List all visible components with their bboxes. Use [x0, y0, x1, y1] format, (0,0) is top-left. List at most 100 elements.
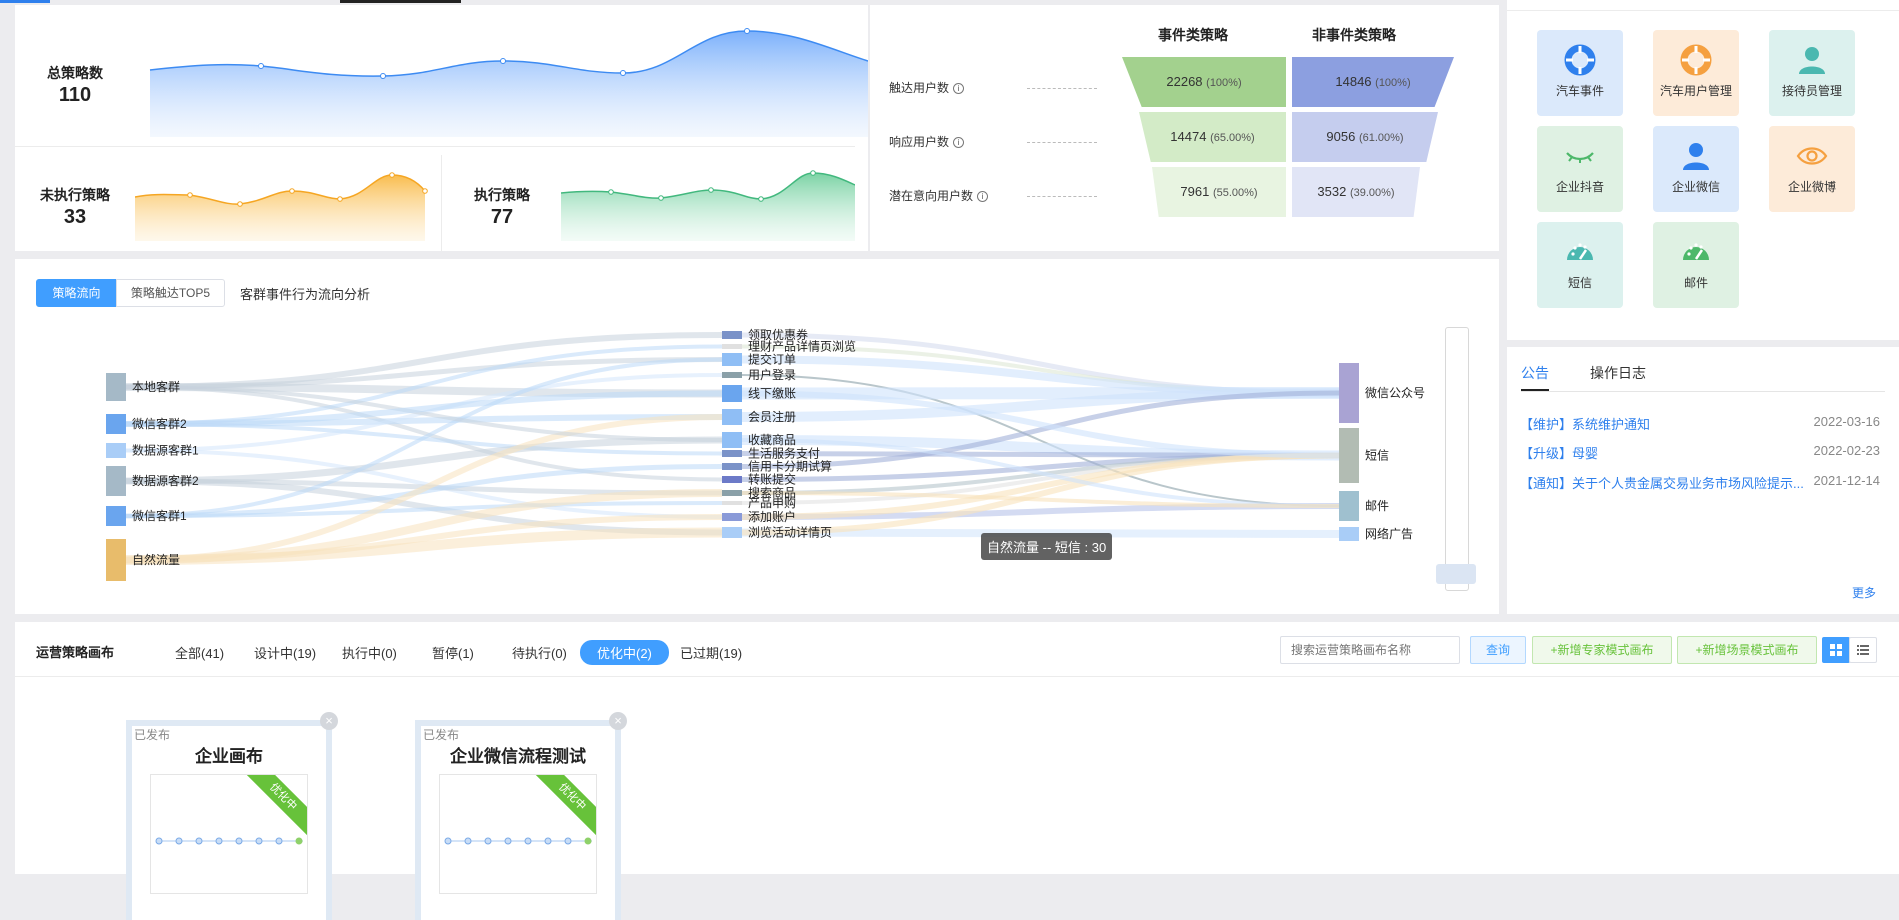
- channel-tile[interactable]: 汽车用户管理: [1653, 30, 1739, 116]
- sankey-target-node[interactable]: [1339, 491, 1359, 521]
- channel-tile[interactable]: 企业微信: [1653, 126, 1739, 212]
- query-button[interactable]: 查询: [1470, 636, 1526, 664]
- sankey-event-node[interactable]: [722, 331, 742, 339]
- funnel-segment[interactable]: 3532 (39.00%): [1292, 167, 1420, 217]
- sankey-source-node[interactable]: [106, 506, 126, 526]
- sankey-target-node[interactable]: [1339, 428, 1359, 483]
- total-strategy-value: 110: [58, 84, 92, 106]
- filter-optimizing[interactable]: 优化中(2): [580, 640, 669, 665]
- more-link[interactable]: 更多: [1852, 584, 1876, 601]
- top-tab-indicator: [0, 0, 50, 3]
- sankey-event-node[interactable]: [722, 463, 742, 470]
- sankey-event-node[interactable]: [722, 476, 742, 483]
- grid-view-button[interactable]: [1822, 637, 1850, 663]
- sankey-chart: 本地客群微信客群2数据源客群1数据源客群2微信客群1自然流量领取优惠券理财产品详…: [106, 327, 1425, 581]
- channel-label: 邮件: [1683, 276, 1708, 290]
- sankey-source-label: 数据源客群2: [132, 473, 199, 488]
- info-icon[interactable]: i: [953, 137, 965, 148]
- funnel-segment[interactable]: 22268 (100%): [1122, 57, 1286, 107]
- tab-operation-log[interactable]: 操作日志: [1590, 363, 1646, 383]
- sankey-target-label: 邮件: [1365, 499, 1389, 513]
- channel-label: 企业微博: [1787, 180, 1836, 194]
- executed-sparkline: [561, 170, 855, 241]
- close-icon[interactable]: ×: [609, 712, 627, 730]
- channel-label: 企业抖音: [1555, 180, 1604, 194]
- gauge-icon: [1567, 243, 1593, 260]
- canvas-thumbnail: 优化中: [439, 774, 597, 894]
- funnel-segment[interactable]: 14474 (65.00%): [1139, 112, 1286, 162]
- canvas-thumbnail: 优化中: [150, 774, 308, 894]
- sankey-source-node[interactable]: [106, 414, 126, 434]
- canvas-card[interactable]: 已发布 企业微信流程测试 × 优化中: [415, 712, 627, 920]
- close-icon[interactable]: ×: [320, 712, 338, 730]
- filter-designing[interactable]: 设计中(19): [254, 643, 316, 662]
- funnel-segment[interactable]: 7961 (55.00%): [1152, 167, 1286, 217]
- executed-strategy-value: 77: [490, 206, 514, 228]
- sankey-source-label: 微信客群2: [132, 416, 187, 431]
- flow-tooltip: 自然流量 -- 短信 : 30: [981, 533, 1113, 560]
- flow-scroll-handle[interactable]: [1436, 564, 1476, 584]
- flow-thumbnail: [155, 837, 303, 845]
- channel-tile[interactable]: 接待员管理: [1769, 30, 1855, 116]
- filter-pending[interactable]: 待执行(0): [512, 643, 567, 662]
- funnel-col-nonevent: 非事件类策略: [1312, 27, 1396, 43]
- channel-tile[interactable]: 邮件: [1653, 222, 1739, 308]
- sankey-source-label: 微信客群1: [132, 508, 187, 523]
- canvas-search-input[interactable]: [1280, 636, 1460, 664]
- filter-executing[interactable]: 执行中(0): [342, 643, 397, 662]
- add-scene-canvas-button[interactable]: +新增场景模式画布: [1677, 636, 1817, 664]
- total-strategy-label: 总策略数: [47, 65, 103, 81]
- add-expert-canvas-button[interactable]: +新增专家模式画布: [1532, 636, 1672, 664]
- filter-all[interactable]: 全部(41): [175, 643, 224, 662]
- info-icon[interactable]: i: [953, 83, 965, 94]
- funnel-row-label: 潜在意向用户数 i: [889, 187, 989, 204]
- sankey-event-node[interactable]: [722, 385, 742, 402]
- channel-label: 汽车用户管理: [1659, 84, 1732, 98]
- sankey-event-node[interactable]: [722, 409, 742, 425]
- funnel-segment[interactable]: 14846 (100%): [1292, 57, 1454, 107]
- channel-tile[interactable]: 企业抖音: [1537, 126, 1623, 212]
- sankey-event-label: 提交订单: [748, 352, 796, 367]
- executed-strategy-label: 执行策略: [474, 187, 530, 203]
- sankey-event-node[interactable]: [722, 513, 742, 521]
- sankey-source-node[interactable]: [106, 443, 126, 458]
- sankey-event-node[interactable]: [722, 353, 742, 366]
- funnel-row-divider: [1027, 196, 1097, 197]
- canvas-status: 已发布: [134, 728, 171, 742]
- sankey-event-node[interactable]: [722, 450, 742, 457]
- sankey-event-node[interactable]: [722, 527, 742, 538]
- flow-scrollbar[interactable]: [1445, 327, 1469, 591]
- sankey-target-node[interactable]: [1339, 527, 1359, 541]
- channel-tile[interactable]: 企业微博: [1769, 126, 1855, 212]
- funnel-segment[interactable]: 9056 (61.00%): [1292, 112, 1438, 162]
- sankey-source-node[interactable]: [106, 539, 126, 581]
- flow-panel: 策略流向 策略触达TOP5 客群事件行为流向分析 本地客群 微信客群2 数据源客群1…: [15, 259, 1499, 614]
- sankey-event-label: 用户登录: [748, 367, 796, 382]
- announcement-item[interactable]: 【升级】母婴 2022-02-23: [1520, 443, 1880, 461]
- announcement-item[interactable]: 【维护】系统维护通知 2022-03-16: [1520, 414, 1880, 432]
- filter-expired[interactable]: 已过期(19): [680, 643, 742, 662]
- channel-tile[interactable]: 汽车事件: [1537, 30, 1623, 116]
- sankey-source-node[interactable]: [106, 373, 126, 401]
- announcement-item[interactable]: 【通知】关于个人贵金属交易业务市场风险提示... 2021-12-14: [1520, 473, 1880, 491]
- filter-paused[interactable]: 暂停(1): [432, 643, 474, 662]
- sankey-target-node[interactable]: [1339, 363, 1359, 423]
- total-strategy-sparkline: [149, 28, 868, 137]
- sankey-event-node[interactable]: [722, 501, 742, 505]
- gauge-icon: [1683, 243, 1709, 260]
- flow-thumbnail: [444, 837, 592, 845]
- channel-divider: [1507, 10, 1899, 11]
- sankey-event-node[interactable]: [722, 490, 742, 496]
- sankey-event-node[interactable]: [722, 432, 742, 448]
- channel-tile[interactable]: 短信: [1537, 222, 1623, 308]
- canvas-card[interactable]: 已发布 企业画布 × 优化中: [126, 712, 338, 920]
- sankey-event-label: 产品申购: [748, 495, 796, 510]
- canvas-status: 已发布: [423, 728, 460, 742]
- info-icon[interactable]: i: [977, 191, 989, 202]
- sankey-event-node[interactable]: [722, 372, 742, 378]
- sankey-event-label: 转账提交: [748, 472, 796, 487]
- list-view-button[interactable]: [1849, 637, 1877, 663]
- tab-announcement[interactable]: 公告: [1521, 363, 1549, 383]
- sankey-event-node[interactable]: [722, 344, 742, 349]
- sankey-source-node[interactable]: [106, 466, 126, 496]
